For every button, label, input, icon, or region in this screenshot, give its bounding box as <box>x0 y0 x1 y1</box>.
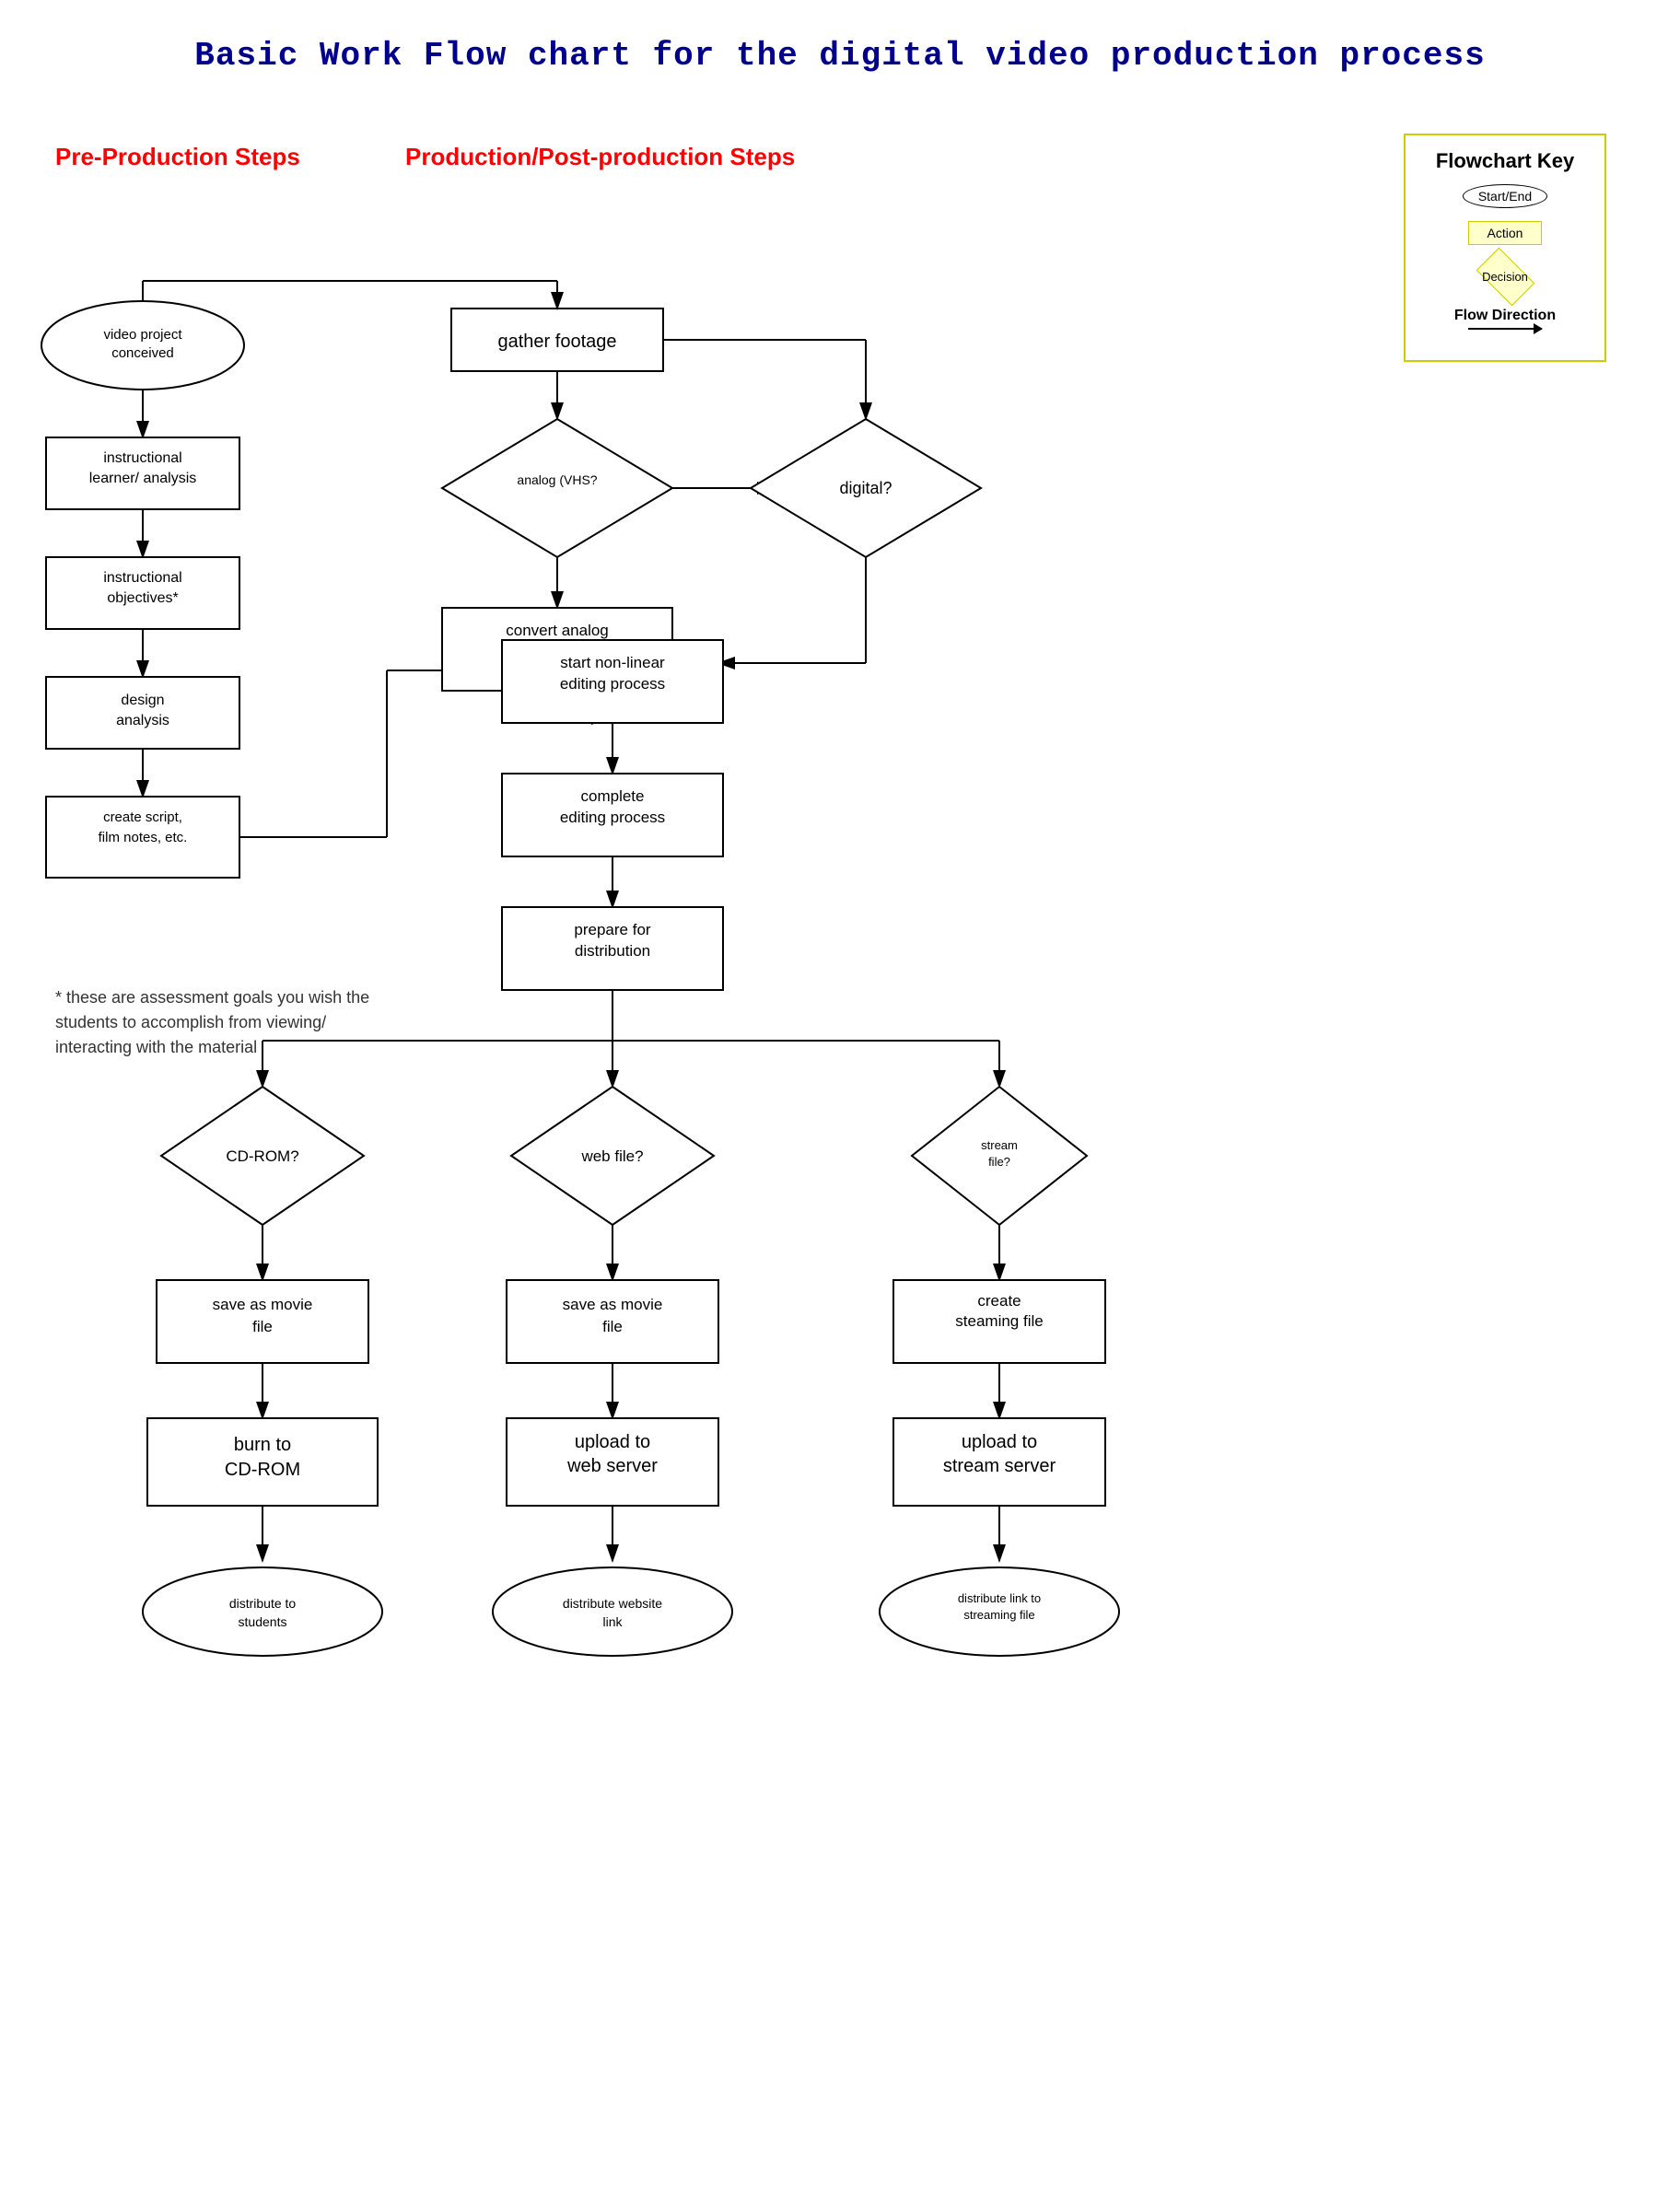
svg-text:burn to: burn to <box>234 1435 291 1455</box>
svg-text:web server: web server <box>566 1456 658 1476</box>
svg-text:upload to: upload to <box>962 1432 1037 1452</box>
svg-text:instructional: instructional <box>103 570 181 586</box>
svg-text:web file?: web file? <box>580 1147 643 1165</box>
svg-text:convert analog: convert analog <box>506 622 609 639</box>
svg-text:prepare for: prepare for <box>574 921 650 938</box>
svg-text:instructional: instructional <box>103 450 181 466</box>
svg-text:stream server: stream server <box>943 1456 1056 1476</box>
svg-text:create: create <box>977 1292 1021 1310</box>
svg-text:objectives*: objectives* <box>107 590 178 606</box>
svg-text:editing process: editing process <box>560 809 665 826</box>
svg-text:CD-ROM: CD-ROM <box>225 1460 300 1480</box>
svg-text:complete: complete <box>581 787 645 805</box>
main-flowchart: video project conceived instructional le… <box>0 129 1680 2201</box>
svg-text:file: file <box>252 1318 273 1335</box>
svg-text:file: file <box>602 1318 623 1335</box>
svg-text:design: design <box>121 693 164 708</box>
footnote: * these are assessment goals you wish th… <box>55 985 405 1060</box>
svg-text:link: link <box>602 1614 623 1629</box>
svg-text:save as movie: save as movie <box>563 1296 663 1313</box>
key-decision-label: Decision <box>1482 270 1528 284</box>
svg-text:steaming file: steaming file <box>955 1312 1043 1330</box>
svg-text:CD-ROM?: CD-ROM? <box>226 1147 298 1165</box>
svg-text:students: students <box>239 1614 287 1629</box>
svg-text:save as movie: save as movie <box>213 1296 313 1313</box>
svg-text:distribute to: distribute to <box>229 1596 297 1611</box>
svg-text:analysis: analysis <box>116 713 169 728</box>
svg-text:conceived: conceived <box>111 345 174 361</box>
svg-text:film notes, etc.: film notes, etc. <box>99 830 188 845</box>
svg-text:upload to: upload to <box>575 1432 650 1452</box>
svg-text:editing process: editing process <box>560 675 665 693</box>
svg-text:distribute link to: distribute link to <box>958 1591 1041 1605</box>
svg-text:analog (VHS?: analog (VHS? <box>517 472 597 487</box>
svg-text:create script,: create script, <box>103 809 182 825</box>
main-title: Basic Work Flow chart for the digital vi… <box>55 37 1625 75</box>
svg-text:stream: stream <box>981 1138 1018 1152</box>
svg-text:start non-linear: start non-linear <box>560 654 665 671</box>
svg-text:file?: file? <box>988 1155 1010 1169</box>
svg-text:learner/ analysis: learner/ analysis <box>89 471 197 486</box>
page: Basic Work Flow chart for the digital vi… <box>0 0 1680 2195</box>
svg-text:streaming file: streaming file <box>963 1608 1034 1622</box>
svg-text:distribution: distribution <box>575 942 650 960</box>
svg-text:gather footage: gather footage <box>498 332 617 352</box>
svg-text:video project: video project <box>103 327 182 343</box>
svg-text:distribute website: distribute website <box>563 1596 662 1611</box>
svg-text:digital?: digital? <box>839 479 892 497</box>
